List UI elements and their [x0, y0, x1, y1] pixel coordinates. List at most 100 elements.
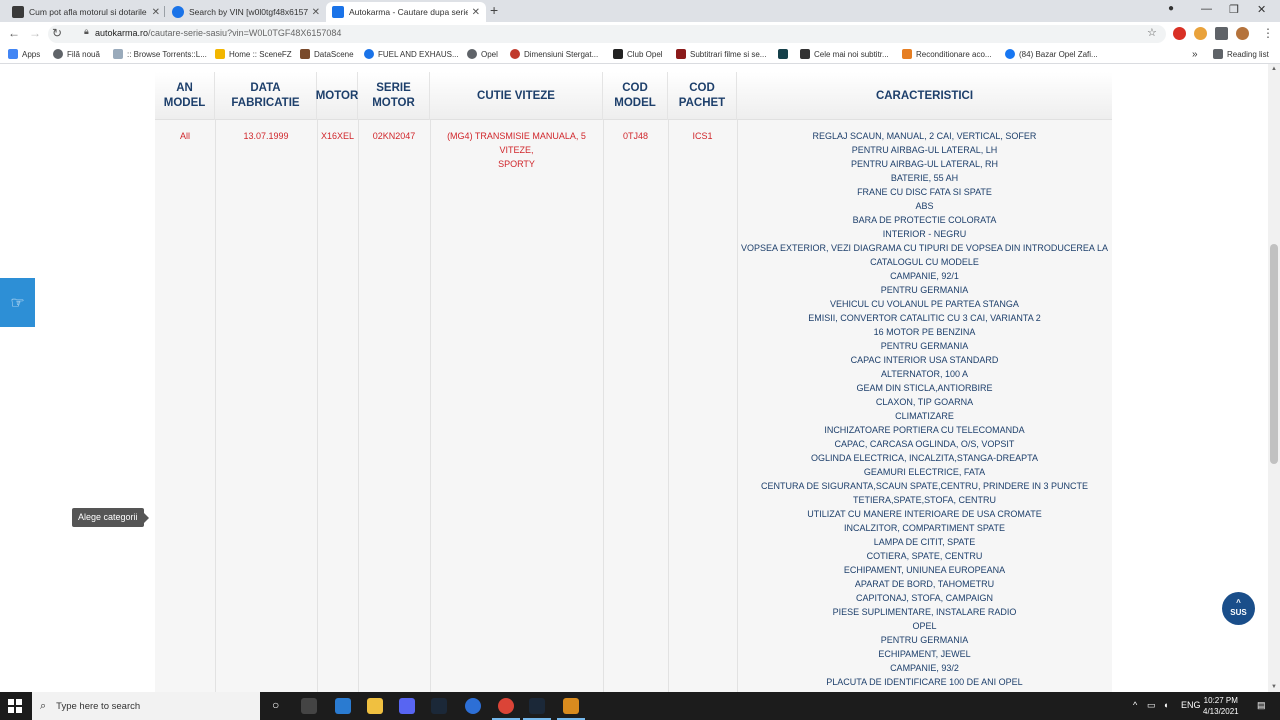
reading-list-button[interactable]: Reading list [1213, 49, 1269, 59]
app-blue-circle-icon[interactable] [465, 698, 481, 714]
bookmark-scenefz[interactable]: Home :: SceneFZ [215, 49, 292, 59]
back-arrow-icon[interactable]: ← [8, 26, 20, 40]
file-explorer-icon[interactable] [367, 698, 383, 714]
header-line: MOTOR [372, 97, 415, 109]
tab-title: Cum pot afla motorul si dotarile [29, 7, 147, 17]
bookmark-bazar-opel[interactable]: (84) Bazar Opel Zafi... [1005, 49, 1098, 59]
bookmark-fuel-exhaust[interactable]: FUEL AND EXHAUS... [364, 49, 459, 59]
profile-avatar[interactable] [1236, 27, 1249, 40]
bookmark-label: DataScene [314, 49, 354, 59]
bookmark-label: Home :: SceneFZ [229, 49, 292, 59]
list-item: CAPITONAJ, STOFA, CAMPAIGN [855, 593, 994, 603]
taskbar-search-box[interactable]: ⌕ Type here to search [32, 692, 260, 720]
profile-download-icon[interactable]: ● [1168, 3, 1174, 14]
scroll-down-arrow-icon[interactable]: ▼ [1271, 684, 1277, 690]
list-item: PLACUTA DE IDENTIFICARE 100 DE ANI OPEL [826, 677, 1023, 687]
steam-icon[interactable] [431, 698, 447, 714]
language-indicator[interactable]: ENG [1181, 700, 1201, 710]
windows-start-icon[interactable] [8, 699, 22, 713]
cell-line: SPORTY [498, 159, 535, 169]
tab-title: Autokarma - Cautare dupa serie [349, 7, 468, 17]
page-favicon-icon [12, 6, 24, 18]
task-view-icon[interactable] [301, 698, 317, 714]
notifications-icon[interactable]: ▤ [1257, 700, 1266, 711]
puzzle-extensions-icon[interactable] [1215, 27, 1228, 40]
list-item: PENTRU GERMANIA [880, 341, 969, 351]
list-item: PENTRU AIRBAG-UL LATERAL, LH [851, 145, 998, 155]
bookmark-label: FUEL AND EXHAUS... [378, 49, 459, 59]
tab-search-by-vin[interactable]: Search by VIN [w0l0tgf48x61570 ✕ [166, 2, 326, 22]
clock-time: 10:27 PM [1203, 696, 1238, 705]
bookmark-dimensiuni-stergatoare[interactable]: Dimensiuni Stergat... [510, 49, 598, 59]
more-bookmarks-button[interactable]: » [1192, 49, 1198, 60]
list-item: APARAT DE BORD, TAHOMETRU [854, 579, 995, 589]
adblock-extension-icon[interactable] [1173, 27, 1186, 40]
page-icon [113, 49, 123, 59]
steam-running-icon[interactable] [523, 698, 551, 720]
bookmarks-bar: Apps Filă nouă :: Browse Torrents::L... … [0, 46, 1280, 64]
list-item: PIESE SUPLIMENTARE, INSTALARE RADIO [832, 607, 1017, 617]
back-to-top-label: SUS [1230, 608, 1247, 617]
network-app-icon[interactable] [335, 698, 351, 714]
reload-icon[interactable]: ↻ [52, 26, 62, 40]
url-text[interactable]: autokarma.ro/cautare-serie-sasiu?vin=W0L… [95, 28, 341, 38]
close-tab-icon[interactable]: ✕ [152, 7, 160, 18]
menu-kebab-icon[interactable]: ⋮ [1262, 26, 1274, 40]
list-item: ABS [915, 201, 934, 211]
bookmark-reconditionare[interactable]: Reconditionare aco... [902, 49, 992, 59]
header-caracteristici: CARACTERISTICI [737, 72, 1112, 120]
list-item: CATALOGUL CU MODELE [870, 257, 979, 267]
taskbar-clock[interactable]: 10:27 PM 4/13/2021 [1203, 695, 1239, 717]
bookmark-opel[interactable]: Opel [467, 49, 498, 59]
page-scrollbar[interactable]: ▲ ▼ [1268, 64, 1280, 692]
bookmark-label: Apps [22, 49, 41, 59]
header-line: SERIE [376, 82, 411, 94]
minimize-icon[interactable]: — [1201, 3, 1212, 15]
tab-cum-pot-afla[interactable]: Cum pot afla motorul si dotarile ✕ [6, 2, 166, 22]
scroll-up-arrow-icon[interactable]: ▲ [1271, 66, 1277, 72]
cortana-circle-icon[interactable]: ○ [272, 698, 279, 712]
bookmark-club-opel[interactable]: Club Opel [613, 49, 663, 59]
bookmark-star-icon[interactable]: ☆ [1147, 26, 1157, 39]
bookmark-apps[interactable]: Apps [8, 49, 40, 59]
close-window-icon[interactable]: ✕ [1257, 3, 1266, 16]
bookmark-fila-noua[interactable]: Filă nouă [53, 49, 100, 59]
globe-icon [364, 49, 374, 59]
bookmark-subtitrari[interactable]: Subtitrari filme si se... [676, 49, 766, 59]
extension-icon[interactable] [1194, 27, 1207, 40]
new-tab-button[interactable]: + [490, 2, 498, 18]
volume-icon[interactable]: ◖ [1163, 700, 1168, 710]
bookmark-cele-mai-noi[interactable]: Cele mai noi subtitr... [800, 49, 889, 59]
network-icon[interactable]: ▭ [1147, 700, 1156, 711]
header-line: COD [689, 82, 715, 94]
globe-favicon-icon [172, 6, 184, 18]
globe-icon [467, 49, 477, 59]
close-tab-icon[interactable]: ✕ [312, 7, 320, 18]
header-serie-motor: SERIE MOTOR [358, 72, 430, 120]
list-item: BARA DE PROTECTIE COLORATA [852, 215, 997, 225]
tab-divider [164, 6, 165, 17]
close-tab-icon[interactable]: ✕ [472, 7, 480, 18]
list-item: CAMPANIE, 92/1 [890, 271, 959, 281]
site-icon [902, 49, 912, 59]
discord-icon[interactable] [399, 698, 415, 714]
tray-chevron-up-icon[interactable]: ^ [1133, 700, 1137, 710]
bookmark-separator-site[interactable] [778, 49, 792, 59]
counter-strike-icon[interactable] [557, 698, 585, 720]
back-to-top-button[interactable]: ^ SUS [1222, 592, 1255, 625]
tab-autokarma[interactable]: Autokarma - Cautare dupa serie ✕ [326, 2, 486, 22]
category-menu-button[interactable]: ☞ [0, 278, 35, 327]
scrollbar-thumb[interactable] [1270, 244, 1278, 464]
chrome-icon[interactable] [492, 698, 520, 720]
list-item: PENTRU AIRBAG-UL LATERAL, RH [850, 159, 999, 169]
forward-arrow-icon[interactable]: → [29, 26, 41, 40]
lock-icon[interactable]: 🔒︎ [84, 26, 89, 37]
column-divider [215, 120, 216, 692]
reading-list-icon [1213, 49, 1223, 59]
url-host: autokarma.ro [95, 28, 149, 38]
restore-icon[interactable]: ❐ [1229, 3, 1239, 16]
header-line: CUTIE VITEZE [477, 89, 555, 102]
bookmark-browse-torrents[interactable]: :: Browse Torrents::L... [113, 49, 207, 59]
list-item: CLIMATIZARE [895, 411, 954, 421]
bookmark-datascene[interactable]: DataScene [300, 49, 354, 59]
